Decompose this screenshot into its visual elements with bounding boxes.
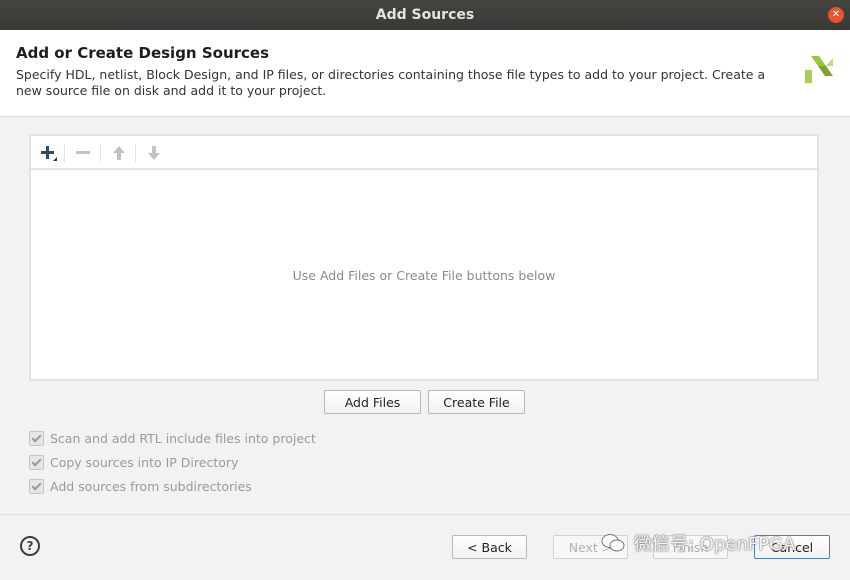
page-description: Specify HDL, netlist, Block Design, and …	[16, 67, 766, 98]
watermark-text: 微信号: OpenFPGA	[634, 534, 796, 555]
page-title: Add or Create Design Sources	[16, 44, 270, 62]
sources-toolbar	[31, 136, 817, 170]
copy-sources-option[interactable]: Copy sources into IP Directory	[29, 453, 238, 471]
option-label: Scan and add RTL include files into proj…	[50, 430, 316, 446]
option-label: Add sources from subdirectories	[50, 478, 252, 494]
toolbar-divider	[64, 144, 65, 162]
add-subdirectories-checkbox[interactable]	[29, 478, 44, 494]
footer-divider	[0, 514, 850, 515]
window-title: Add Sources	[375, 7, 475, 23]
help-icon[interactable]: ?	[20, 536, 40, 556]
title-bar: Add Sources ✕	[0, 0, 850, 30]
scan-rtl-include-checkbox[interactable]	[29, 430, 44, 446]
minus-icon[interactable]	[72, 142, 94, 164]
dialog-header: Add or Create Design Sources Specify HDL…	[0, 30, 850, 117]
close-icon[interactable]: ✕	[828, 7, 844, 23]
toolbar-divider	[135, 144, 136, 162]
empty-list-message: Use Add Files or Create File buttons bel…	[292, 268, 556, 283]
plus-icon[interactable]	[37, 142, 59, 164]
sources-panel: Use Add Files or Create File buttons bel…	[29, 134, 819, 381]
add-files-button[interactable]: Add Files	[324, 390, 421, 414]
wechat-icon	[601, 534, 625, 552]
add-subdirectories-option[interactable]: Add sources from subdirectories	[29, 477, 252, 495]
wechat-watermark: 微信号: OpenFPGA	[600, 530, 795, 556]
arrow-down-icon[interactable]	[143, 142, 165, 164]
vivado-logo-icon	[805, 56, 833, 83]
copy-sources-checkbox[interactable]	[29, 454, 44, 470]
back-button[interactable]: < Back	[452, 535, 527, 559]
create-file-button[interactable]: Create File	[428, 390, 525, 414]
toolbar-divider	[100, 144, 101, 162]
option-label: Copy sources into IP Directory	[50, 454, 239, 470]
arrow-up-icon[interactable]	[108, 142, 130, 164]
scan-rtl-include-option[interactable]: Scan and add RTL include files into proj…	[29, 429, 316, 447]
